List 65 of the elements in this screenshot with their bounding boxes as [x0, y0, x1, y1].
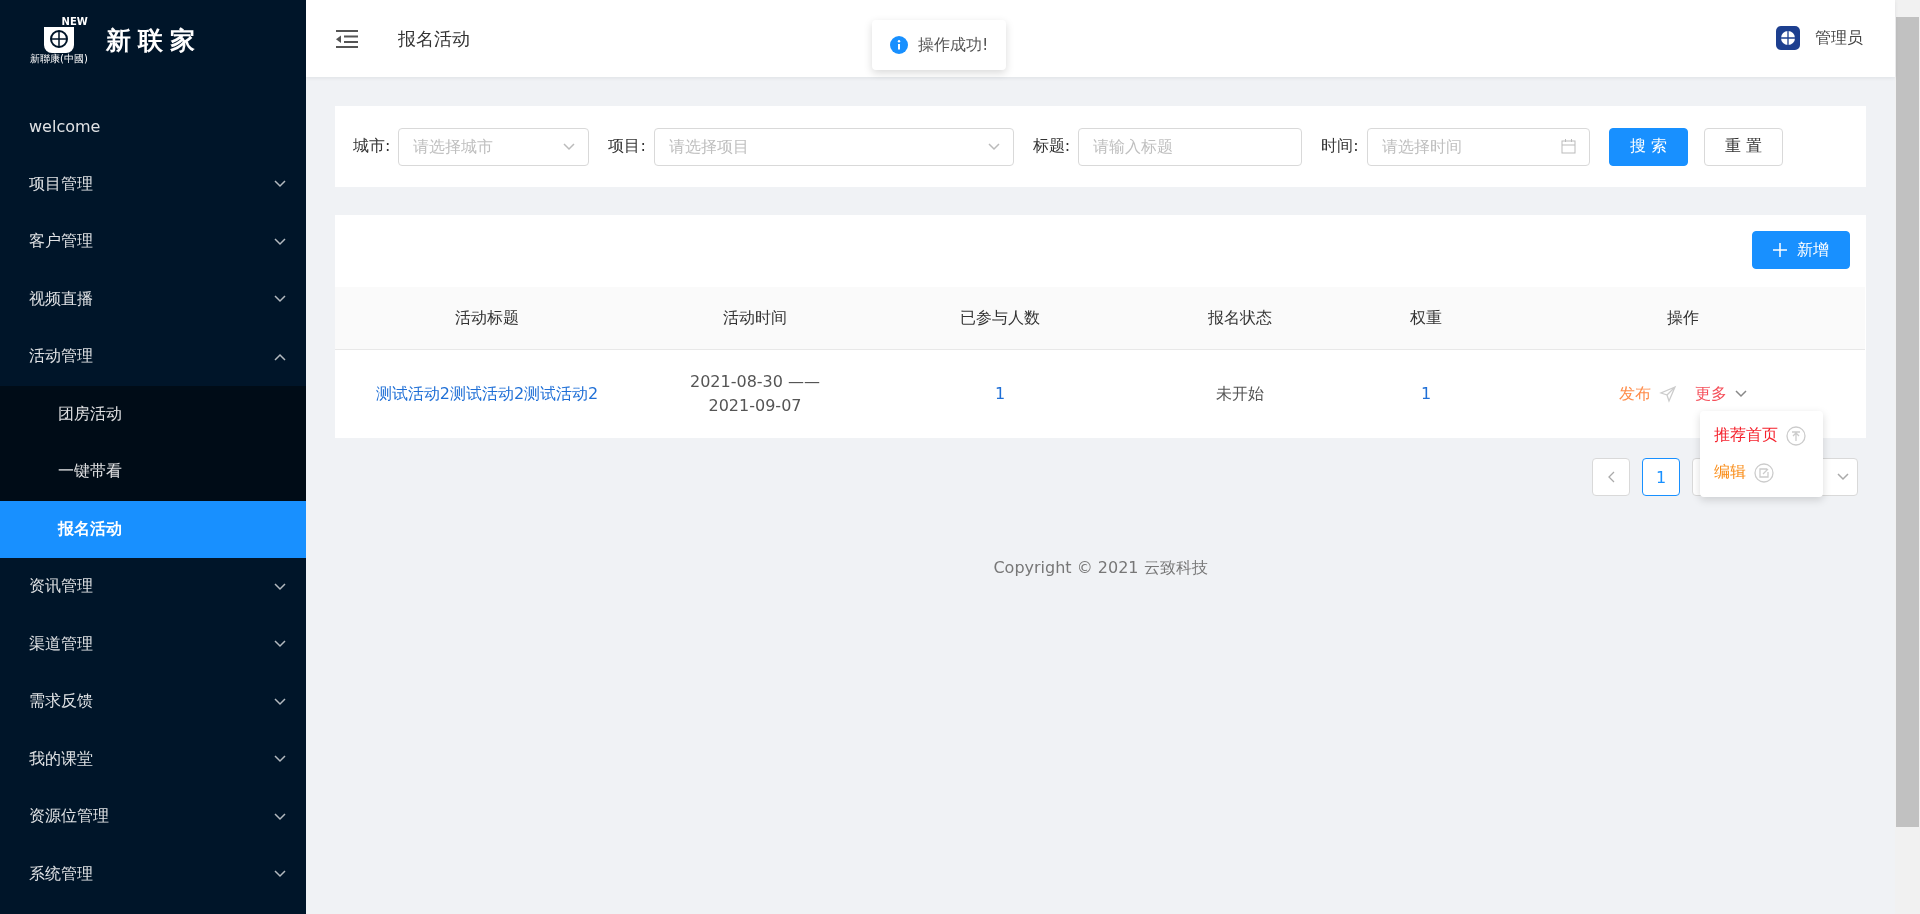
filter-label: 标题: [1032, 136, 1071, 157]
column-header: 已参与人数 [871, 287, 1129, 350]
column-header: 报名状态 [1129, 287, 1351, 350]
chevron-icon [274, 697, 286, 706]
input-field[interactable]: 请输入标题 [1078, 127, 1303, 166]
chevron-icon [274, 352, 286, 361]
menu-fold-icon[interactable] [336, 29, 358, 48]
chevron-icon [1735, 390, 1747, 398]
date-picker[interactable]: 请选择时间 [1366, 127, 1590, 166]
page-title: 报名活动 [398, 26, 470, 51]
menu-item[interactable]: 系统管理 [0, 845, 306, 903]
filter-label: 项目: [608, 136, 646, 157]
send-icon [1659, 385, 1677, 403]
menu-item[interactable]: 渠道管理 [0, 615, 306, 673]
menu-item[interactable]: 资讯管理 [0, 558, 306, 616]
dropdown-item[interactable]: 推荐首页 [1700, 417, 1823, 454]
filter-label: 时间: [1321, 136, 1359, 157]
chevron-icon [274, 180, 286, 189]
chevron-icon [274, 755, 286, 764]
menu-item[interactable]: 视频直播 [0, 270, 306, 328]
filter-label: 城市: [353, 136, 391, 157]
info-icon [890, 36, 908, 54]
chevron-icon [274, 237, 286, 246]
submenu-item[interactable]: 一键带看 [0, 443, 306, 501]
scrollbar[interactable] [1895, 0, 1920, 914]
chevron-icon [563, 142, 576, 151]
column-header: 活动时间 [639, 287, 871, 350]
reset-button[interactable]: 重 置 [1703, 127, 1783, 166]
chevron-icon [274, 582, 286, 591]
upload-icon [1786, 425, 1806, 446]
chevron-icon [274, 640, 286, 649]
chevron-icon [274, 812, 286, 821]
participant-count: 1 [994, 383, 1006, 405]
weight-value: 1 [1420, 383, 1432, 405]
activity-title-link[interactable]: 测试活动2测试活动2测试活动2 [375, 382, 599, 406]
menu-item[interactable]: 资源位管理 [0, 788, 306, 846]
chevron-left-icon [1607, 471, 1615, 483]
logo: NEW 新聯康(中國) [30, 16, 88, 64]
menu-item[interactable]: 需求反馈 [0, 673, 306, 731]
menu-item[interactable]: welcome [0, 98, 306, 156]
more-link[interactable]: 更多 [1695, 383, 1747, 405]
user-name[interactable]: 管理员 [1815, 28, 1863, 49]
calendar-icon [1560, 139, 1576, 154]
select-field[interactable]: 请选择城市 [398, 127, 590, 166]
activity-time: 2021-08-30 —— 2021-09-07 [688, 371, 822, 417]
plus-icon [1773, 243, 1787, 257]
select-field[interactable]: 请选择项目 [653, 127, 1014, 166]
menu-item[interactable]: 客户管理 [0, 213, 306, 271]
brand-name: 新联家 [105, 24, 202, 57]
signup-status: 未开始 [1216, 383, 1264, 405]
chevron-icon [1837, 473, 1849, 481]
chevron-icon [987, 142, 1000, 151]
submenu-item[interactable]: 团房活动 [0, 385, 306, 443]
chevron-icon [274, 870, 286, 879]
toast-text: 操作成功! [918, 34, 989, 56]
chevron-icon [274, 295, 286, 304]
copyright-text: Copyright © 2021 云致科技 [992, 558, 1209, 579]
menu-item[interactable]: 活动管理 [0, 328, 306, 386]
column-header: 操作 [1501, 287, 1865, 350]
column-header: 权重 [1351, 287, 1501, 350]
column-header: 活动标题 [335, 287, 639, 350]
menu-item[interactable]: 项目管理 [0, 155, 306, 213]
edit-icon [1754, 462, 1774, 483]
avatar-icon[interactable] [1775, 24, 1801, 53]
menu-item[interactable]: 我的课堂 [0, 730, 306, 788]
